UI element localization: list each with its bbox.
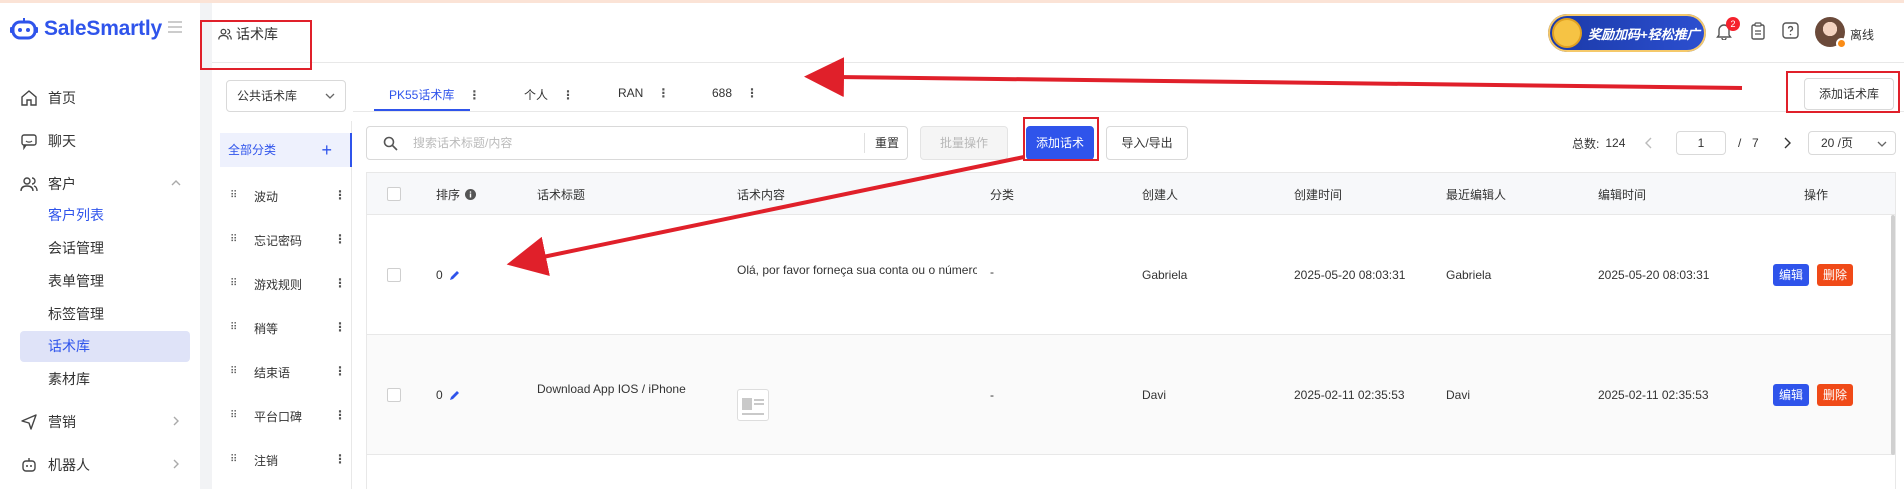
- annotation-arrow-to-tabs: [804, 57, 1743, 98]
- annotation-arrows: [506, 57, 1743, 276]
- annotation-arrow-to-row: [506, 155, 1025, 276]
